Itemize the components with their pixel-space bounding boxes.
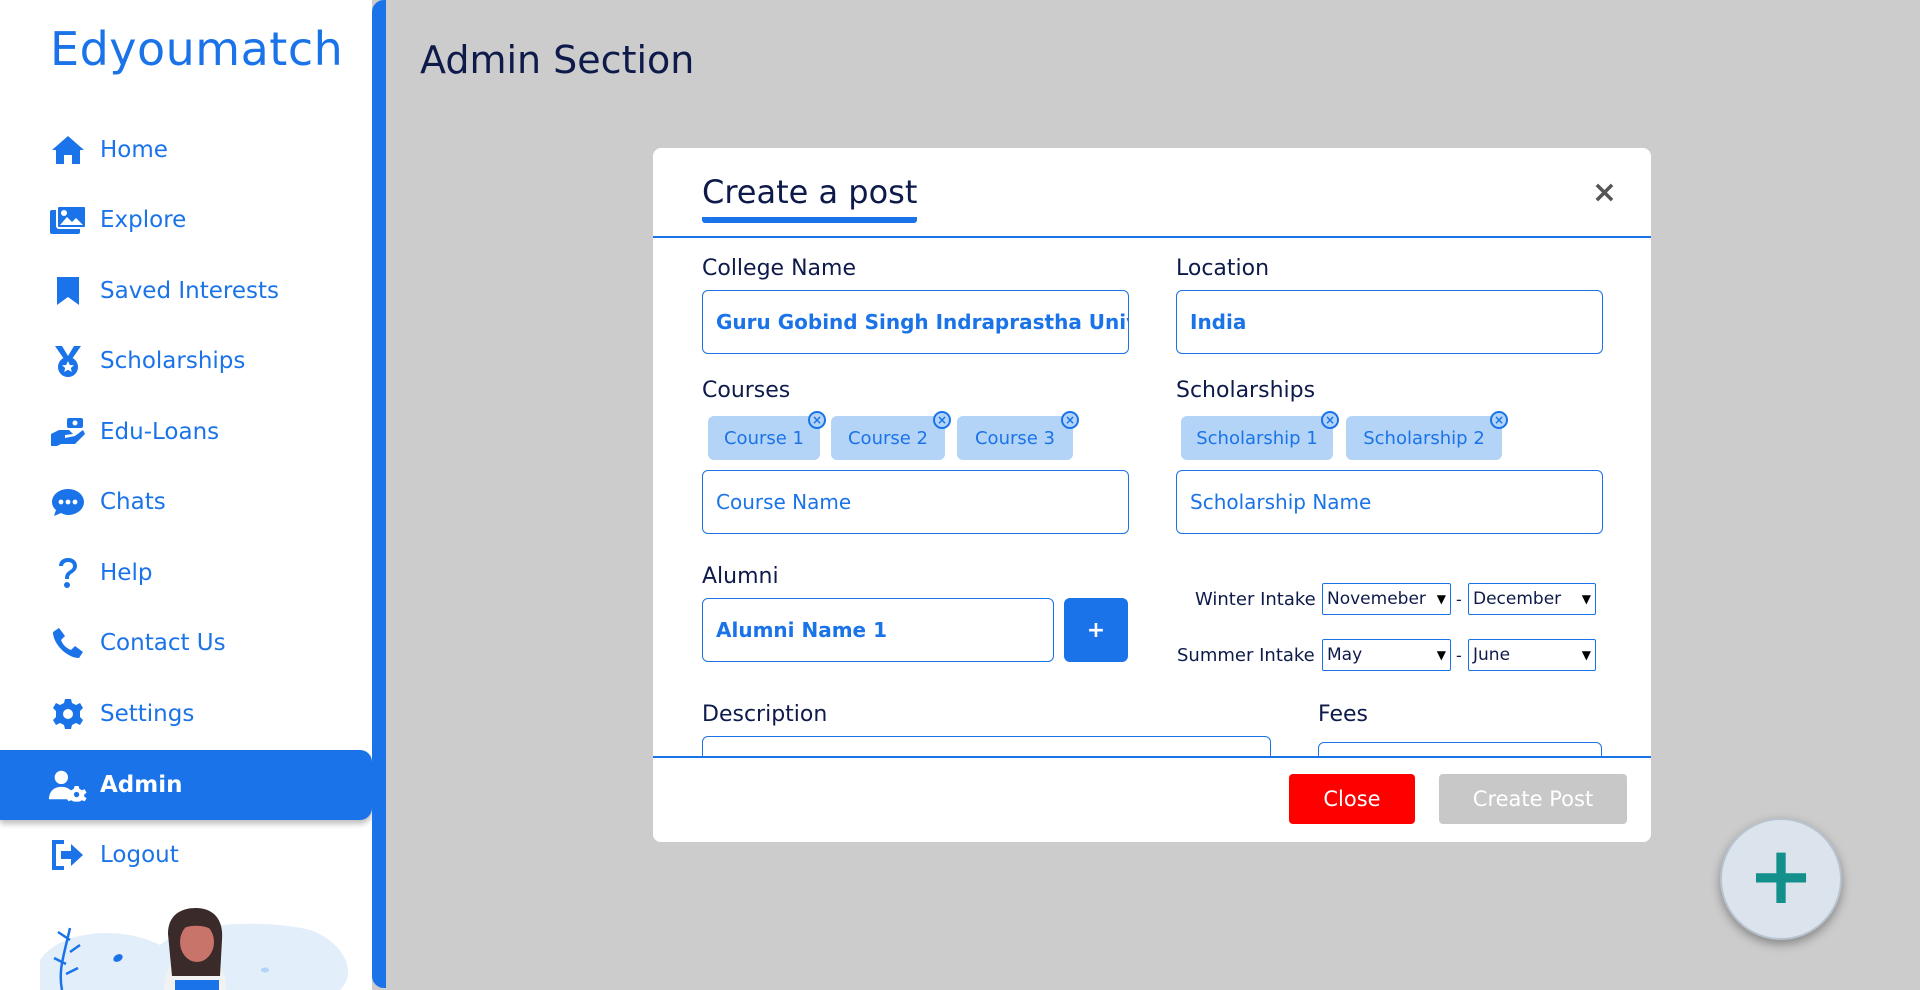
- phone-icon: [48, 623, 88, 663]
- sidebar: Edyoumatch Home Explore Saved Interests …: [0, 0, 372, 990]
- chip-label: Course 3: [974, 427, 1055, 449]
- alumni-label: Alumni: [702, 564, 779, 589]
- home-icon: [48, 130, 88, 170]
- course-chip: Course 1 ×: [708, 411, 826, 460]
- create-post-button[interactable]: Create Post: [1439, 774, 1627, 824]
- sidebar-item-label: Saved Interests: [100, 278, 279, 304]
- sidebar-item-label: Explore: [100, 207, 187, 233]
- modal-close-icon[interactable]: ×: [1592, 178, 1617, 208]
- sidebar-item-logout[interactable]: Logout: [0, 820, 372, 890]
- chip-label: Scholarship 1: [1196, 427, 1318, 449]
- sidebar-item-contact-us[interactable]: Contact Us: [0, 608, 372, 678]
- sidebar-item-explore[interactable]: Explore: [0, 185, 372, 255]
- sidebar-item-label: Home: [100, 137, 168, 163]
- sidebar-item-chats[interactable]: Chats: [0, 467, 372, 537]
- chip-label: Course 2: [847, 427, 928, 449]
- app-logo[interactable]: Edyoumatch: [50, 22, 343, 76]
- chevron-down-icon: ▼: [1581, 648, 1591, 662]
- sidebar-item-scholarships[interactable]: Scholarships: [0, 326, 372, 396]
- reading-person-illustration: [40, 908, 349, 990]
- summer-intake-from-select[interactable]: May ▼: [1322, 639, 1451, 671]
- chevron-down-icon: ▼: [1581, 592, 1591, 606]
- sidebar-edge: [372, 0, 386, 988]
- modal-header: Create a post ×: [653, 148, 1651, 238]
- course-chip: Course 3 ×: [957, 411, 1079, 460]
- select-value: December: [1473, 589, 1562, 609]
- sidebar-item-label: Contact Us: [100, 630, 226, 656]
- sidebar-item-label: Help: [100, 560, 153, 586]
- chevron-down-icon: ▼: [1436, 592, 1446, 606]
- chip-remove-icon[interactable]: ×: [1321, 411, 1339, 429]
- modal-footer: Close Create Post: [653, 756, 1651, 842]
- sidebar-item-edu-loans[interactable]: Edu-Loans: [0, 397, 372, 467]
- chevron-down-icon: ▼: [1436, 648, 1446, 662]
- winter-intake-to-select[interactable]: December ▼: [1468, 583, 1596, 615]
- fees-label: Fees: [1318, 702, 1368, 727]
- modal-title: Create a post: [702, 173, 918, 223]
- create-post-modal: Create a post × College Name Guru Gobind…: [653, 148, 1651, 842]
- add-alumni-button[interactable]: +: [1064, 598, 1128, 662]
- college-name-input[interactable]: Guru Gobind Singh Indraprastha Universit…: [702, 290, 1129, 354]
- sidebar-item-help[interactable]: Help: [0, 538, 372, 608]
- add-post-fab[interactable]: +: [1720, 818, 1842, 940]
- sidebar-item-admin[interactable]: Admin: [0, 750, 372, 820]
- scholarships-label: Scholarships: [1176, 378, 1316, 403]
- bookmark-icon: [48, 271, 88, 311]
- scholarship-name-input[interactable]: Scholarship Name: [1176, 470, 1603, 534]
- winter-intake-from-select[interactable]: Novemeber ▼: [1322, 583, 1451, 615]
- chip-label: Scholarship 2: [1363, 427, 1485, 449]
- select-value: May: [1327, 645, 1363, 665]
- summer-intake-label: Summer Intake: [1177, 645, 1315, 666]
- range-separator: -: [1456, 646, 1462, 665]
- scholarship-chip: Scholarship 2 ×: [1346, 411, 1508, 460]
- chip-remove-icon[interactable]: ×: [1061, 411, 1079, 429]
- medal-icon: [48, 341, 88, 381]
- help-icon: [48, 553, 88, 593]
- close-button[interactable]: Close: [1289, 774, 1415, 824]
- select-value: June: [1473, 645, 1511, 665]
- course-chip: Course 2 ×: [831, 411, 951, 460]
- chat-icon: [48, 482, 88, 522]
- sidebar-item-label: Chats: [100, 489, 166, 515]
- sidebar-item-saved-interests[interactable]: Saved Interests: [0, 256, 372, 326]
- college-name-label: College Name: [702, 256, 856, 281]
- chip-remove-icon[interactable]: ×: [1490, 411, 1508, 429]
- winter-intake-label: Winter Intake: [1195, 589, 1316, 610]
- gear-icon: [48, 694, 88, 734]
- loan-icon: [48, 412, 88, 452]
- location-label: Location: [1176, 256, 1270, 281]
- sidebar-item-label: Logout: [100, 842, 179, 868]
- sidebar-item-label: Settings: [100, 701, 195, 727]
- explore-icon: [48, 200, 88, 240]
- page-title: Admin Section: [420, 38, 695, 82]
- range-separator: -: [1456, 590, 1462, 609]
- scholarship-chip: Scholarship 1 ×: [1181, 411, 1339, 460]
- sidebar-item-settings[interactable]: Settings: [0, 679, 372, 749]
- summer-intake-to-select[interactable]: June ▼: [1468, 639, 1596, 671]
- logout-icon: [48, 835, 88, 875]
- chip-remove-icon[interactable]: ×: [933, 411, 951, 429]
- alumni-name-input[interactable]: Alumni Name 1: [702, 598, 1054, 662]
- sidebar-item-label: Admin: [100, 772, 183, 798]
- courses-label: Courses: [702, 378, 791, 403]
- chip-label: Course 1: [723, 427, 804, 449]
- select-value: Novemeber: [1327, 589, 1426, 609]
- admin-user-icon: [48, 765, 88, 805]
- location-input[interactable]: India: [1176, 290, 1603, 354]
- sidebar-item-label: Edu-Loans: [100, 419, 220, 445]
- description-label: Description: [702, 702, 828, 727]
- sidebar-item-home[interactable]: Home: [0, 115, 372, 185]
- sidebar-item-label: Scholarships: [100, 348, 246, 374]
- plus-icon: +: [1747, 829, 1815, 922]
- chip-remove-icon[interactable]: ×: [808, 411, 826, 429]
- course-name-input[interactable]: Course Name: [702, 470, 1129, 534]
